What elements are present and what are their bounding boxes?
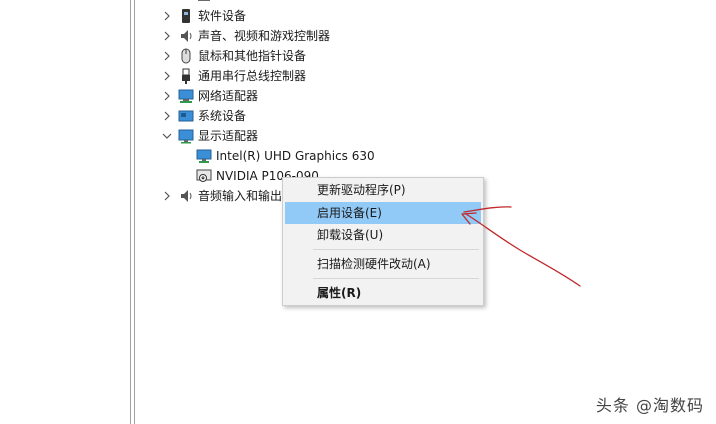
speaker-icon (178, 28, 194, 44)
watermark: 头条 @淘数码 (595, 396, 704, 415)
menu-separator (313, 249, 479, 250)
chevron-right-icon[interactable] (160, 69, 174, 83)
menu-item-update-driver[interactable]: 更新驱动程序(P) (285, 179, 481, 201)
display-adapter-icon (178, 128, 194, 144)
tree-item-label: 通用串行总线控制器 (198, 69, 307, 83)
chevron-right-icon[interactable] (160, 89, 174, 103)
menu-item-label: 更新驱动程序(P) (317, 183, 406, 197)
menu-separator (313, 278, 479, 279)
tree-item-usb-controllers[interactable]: 通用串行总线控制器 (160, 66, 306, 86)
tree-item-label: 声音、视频和游戏控制器 (198, 29, 331, 43)
tree-item-network-adapters[interactable]: 网络适配器 (160, 86, 258, 106)
monitor-icon (196, 148, 212, 164)
menu-item-label: 启用设备(E) (317, 206, 382, 220)
tree-item-label: 显示适配器 (198, 129, 259, 143)
tree-item-audio-inputs-outputs[interactable]: 音频输入和输出 (160, 186, 282, 206)
tree-item-mice-pointing-devices[interactable]: 鼠标和其他指针设备 (160, 46, 306, 66)
tree-item-software-devices[interactable]: 软件设备 (160, 6, 246, 26)
menu-item-label: 卸载设备(U) (317, 228, 384, 242)
menu-item-scan-hardware-changes[interactable]: 扫描检测硬件改动(A) (285, 253, 481, 275)
disabled-monitor-icon (196, 168, 212, 184)
tree-item-sound-video-game-controllers[interactable]: 声音、视频和游戏控制器 (160, 26, 330, 46)
tree-item-intel-uhd-630[interactable]: Intel(R) UHD Graphics 630 (196, 146, 375, 166)
tree-item-label: 系统设备 (198, 109, 247, 123)
mouse-icon (178, 48, 194, 64)
tree-item-label: 软件设备 (198, 9, 247, 23)
window-border-left (130, 0, 131, 424)
tree-item-label: 鼠标和其他指针设备 (198, 49, 307, 63)
network-adapter-icon (178, 88, 194, 104)
device-icon (196, 0, 212, 5)
context-menu: 更新驱动程序(P) 启用设备(E) 卸载设备(U) 扫描检测硬件改动(A) 属性… (282, 177, 484, 306)
system-device-icon (178, 108, 194, 124)
tree-item-system-devices[interactable]: 系统设备 (160, 106, 246, 126)
tree-item-label: 音频输入和输出 (198, 189, 283, 203)
chevron-down-icon[interactable] (160, 129, 174, 143)
chevron-right-icon[interactable] (160, 9, 174, 23)
tree-item-label: Intel(R) UHD Graphics 630 (216, 149, 375, 163)
menu-item-uninstall-device[interactable]: 卸载设备(U) (285, 224, 481, 246)
software-device-icon (178, 8, 194, 24)
menu-item-label: 扫描检测硬件改动(A) (317, 257, 431, 271)
usb-icon (178, 68, 194, 84)
chevron-right-icon[interactable] (160, 49, 174, 63)
menu-item-enable-device[interactable]: 启用设备(E) (285, 202, 481, 224)
menu-item-label: 属性(R) (317, 286, 362, 300)
tree-item-display-adapters[interactable]: 显示适配器 (160, 126, 258, 146)
window-border-left-inner (134, 0, 135, 424)
tree-item-label: 网络适配器 (198, 89, 259, 103)
speaker-icon (178, 188, 194, 204)
chevron-right-icon[interactable] (160, 109, 174, 123)
chevron-right-icon[interactable] (160, 189, 174, 203)
menu-item-properties[interactable]: 属性(R) (285, 282, 481, 304)
chevron-right-icon[interactable] (160, 29, 174, 43)
